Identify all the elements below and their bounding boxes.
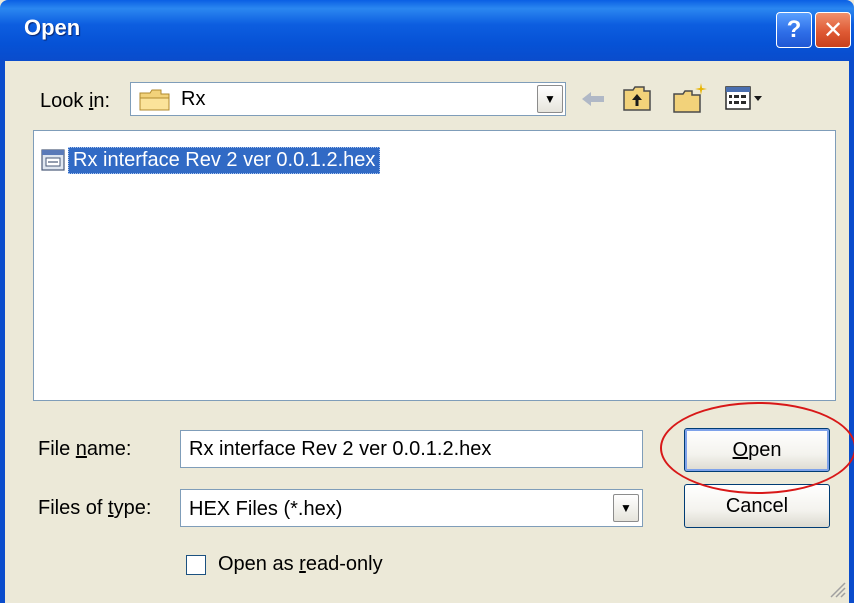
read-only-label[interactable]: Open as read-only — [218, 553, 383, 576]
hex-file-icon — [41, 149, 65, 171]
file-type-label: Files of type: — [38, 497, 151, 520]
look-in-combo[interactable]: Rx ▼ — [130, 82, 566, 116]
read-only-label-suffix: ead-only — [305, 553, 383, 575]
file-name-label-prefix: File — [38, 438, 76, 460]
file-name-label-suffix: ame: — [86, 438, 132, 460]
views-menu-icon[interactable] — [724, 84, 764, 112]
file-list-item[interactable]: Rx interface Rev 2 ver 0.0.1.2.hex — [40, 145, 381, 175]
back-icon[interactable] — [580, 88, 606, 110]
file-type-label-suffix: ype: — [113, 497, 152, 519]
open-button[interactable]: Open — [684, 428, 830, 472]
file-type-combo[interactable]: HEX Files (*.hex) ▼ — [180, 489, 643, 527]
file-name-label: File name: — [38, 438, 131, 461]
read-only-label-accel: r — [299, 553, 306, 575]
new-folder-icon[interactable] — [672, 82, 708, 114]
up-folder-icon[interactable] — [622, 84, 652, 112]
look-in-label-suffix: n: — [93, 90, 111, 112]
look-in-label: Look in: — [40, 90, 110, 113]
file-list[interactable]: Rx interface Rev 2 ver 0.0.1.2.hex — [33, 130, 836, 401]
resize-grip-icon[interactable] — [826, 578, 846, 598]
dropdown-arrow-icon: ▼ — [620, 501, 632, 515]
folder-icon — [139, 89, 170, 111]
read-only-checkbox[interactable] — [186, 555, 206, 575]
look-in-value: Rx — [181, 88, 206, 110]
open-button-rest: pen — [748, 438, 782, 461]
file-name-label-accel: n — [75, 438, 87, 460]
look-in-label-prefix: Look — [40, 90, 89, 112]
title-bar[interactable]: Open ? ✕ — [0, 0, 854, 61]
file-type-label-prefix: Files of — [38, 497, 109, 519]
help-button[interactable]: ? — [776, 12, 812, 48]
window-title: Open — [24, 15, 81, 40]
look-in-dropdown-button[interactable]: ▼ — [537, 85, 563, 113]
dropdown-arrow-icon: ▼ — [544, 92, 556, 106]
open-button-label: Open — [733, 439, 782, 462]
window-frame-left — [0, 61, 5, 603]
file-list-item-name: Rx interface Rev 2 ver 0.0.1.2.hex — [68, 146, 381, 174]
file-type-dropdown-button[interactable]: ▼ — [613, 494, 639, 522]
cancel-button-label: Cancel — [725, 494, 789, 517]
close-icon: ✕ — [822, 16, 844, 44]
cancel-button[interactable]: Cancel — [684, 484, 830, 528]
file-name-input[interactable] — [180, 430, 643, 468]
open-button-accel: O — [732, 438, 749, 461]
file-type-value: HEX Files (*.hex) — [189, 498, 343, 520]
window-frame-right — [849, 61, 854, 603]
read-only-label-prefix: Open as — [218, 553, 300, 575]
close-button[interactable]: ✕ — [815, 12, 851, 48]
help-icon: ? — [786, 16, 802, 43]
